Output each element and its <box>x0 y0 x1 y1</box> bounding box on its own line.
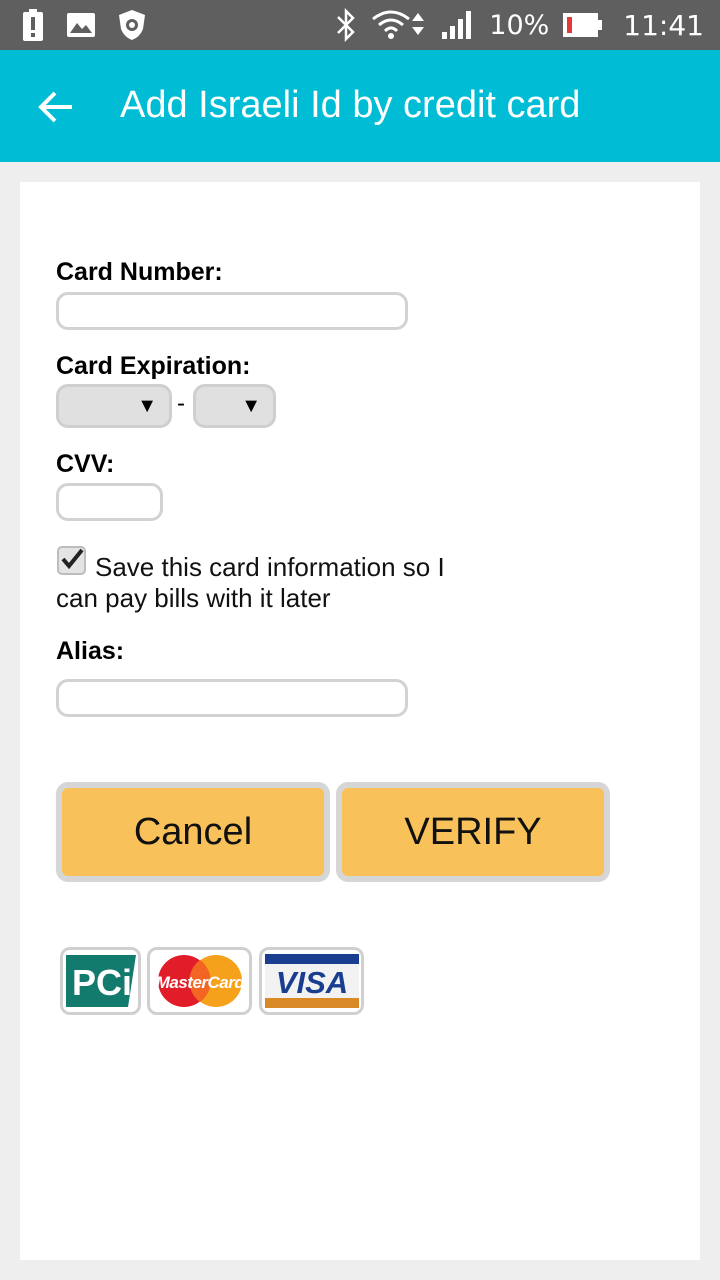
card-number-input[interactable] <box>56 292 408 330</box>
expiration-year-select[interactable]: ▼ <box>193 384 276 428</box>
battery-icon <box>563 13 603 37</box>
pci-badge: PCi <box>60 947 141 1015</box>
cancel-button[interactable]: Cancel <box>56 782 330 882</box>
image-icon <box>67 13 95 37</box>
shield-icon <box>119 10 145 40</box>
visa-logo-icon: VISA <box>264 954 359 1008</box>
svg-text:PCi: PCi <box>72 962 132 1003</box>
alias-input[interactable] <box>56 679 408 717</box>
verify-button[interactable]: VERIFY <box>336 782 610 882</box>
status-bar-right: 10% 11:41 <box>335 0 704 50</box>
battery-percent: 10% <box>489 9 550 41</box>
arrow-left-icon <box>38 91 72 123</box>
app-bar: Add Israeli Id by credit card <box>0 50 720 162</box>
signal-icon <box>442 11 472 39</box>
clock: 11:41 <box>623 8 704 42</box>
mastercard-logo-icon: MasterCard <box>155 955 245 1007</box>
visa-badge: VISA <box>259 947 364 1015</box>
svg-text:VISA: VISA <box>275 965 347 1000</box>
dropdown-arrow-icon: ▼ <box>137 395 157 417</box>
card-number-label: Card Number: <box>56 258 223 286</box>
card-expiration-label: Card Expiration: <box>56 352 251 380</box>
status-bar-left <box>22 9 146 41</box>
cvv-label: CVV: <box>56 450 115 478</box>
status-bar: 10% 11:41 <box>0 0 720 50</box>
alias-label: Alias: <box>56 637 125 665</box>
save-card-label: Save this card information so I can pay … <box>56 552 445 613</box>
expiration-separator: - <box>177 390 185 417</box>
mastercard-badge: MasterCard <box>147 947 252 1015</box>
page-title: Add Israeli Id by credit card <box>120 84 581 126</box>
dropdown-arrow-icon: ▼ <box>241 395 261 417</box>
pci-logo-icon: PCi <box>65 955 136 1007</box>
back-button[interactable] <box>26 80 86 134</box>
battery-alert-icon <box>23 9 43 41</box>
form-card <box>20 182 700 1260</box>
wifi-icon <box>372 10 425 39</box>
bluetooth-icon <box>337 8 356 42</box>
svg-text:MasterCard: MasterCard <box>155 973 245 992</box>
expiration-month-select[interactable]: ▼ <box>56 384 172 428</box>
cvv-input[interactable] <box>56 483 163 521</box>
